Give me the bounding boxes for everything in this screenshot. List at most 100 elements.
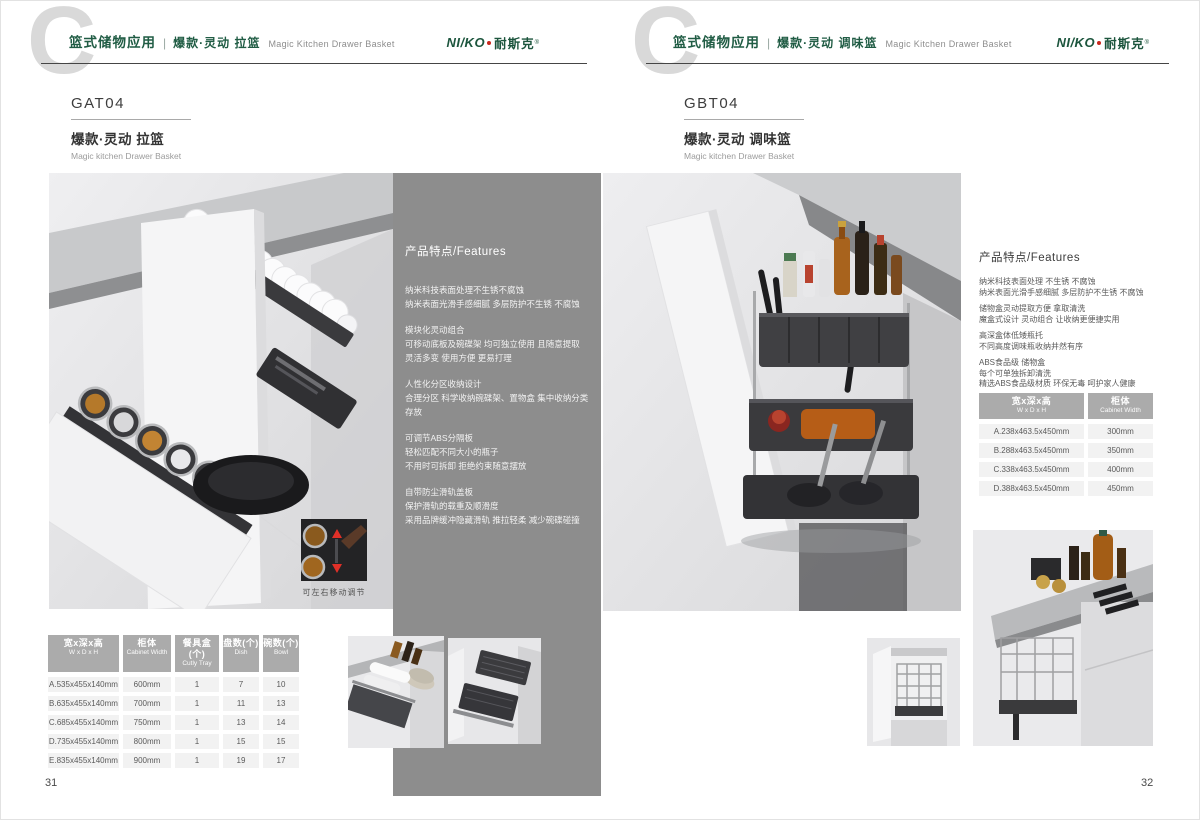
table-row: B.635x455x140mm700mm11113 bbox=[48, 696, 299, 711]
registered-mark: ® bbox=[1145, 40, 1149, 46]
table-cell: 1 bbox=[175, 753, 219, 768]
table-cell: 300mm bbox=[1088, 424, 1153, 439]
feature-line: 不同高度调味瓶收纳井然有序 bbox=[979, 342, 1179, 353]
logo-latin-text: NI/KO bbox=[1056, 35, 1095, 50]
page-number-left: 31 bbox=[45, 777, 57, 789]
table-cell: 600mm bbox=[123, 677, 171, 692]
series-title-en: Magic Kitchen Drawer Basket bbox=[268, 39, 394, 49]
adjustable-divider-illustration bbox=[301, 519, 367, 581]
table-row: A.535x455x140mm 600mm 17 10 bbox=[48, 677, 299, 692]
table-row: E.835x455x140mm900mm11917 bbox=[48, 753, 299, 768]
table-header-row: 宽x深x高W x D x H柜体Cabinet Width bbox=[979, 393, 1153, 419]
feature-line: 自带防尘滑轨盖板 bbox=[405, 485, 589, 499]
table-cell: C.685x455x140mm bbox=[48, 715, 119, 730]
features-block-right: 产品特点/Features 纳米科技表面处理 不生锈 不腐蚀纳米表面光滑手感细腻… bbox=[979, 249, 1179, 396]
table-header-cell: 碗数(个)Bowl bbox=[263, 635, 299, 672]
product-name-cn: 爆款·灵动 拉篮 bbox=[71, 128, 191, 148]
table-row: C.685x455x140mm750mm11314 bbox=[48, 715, 299, 730]
feature-line: 高深盒体低矮瓶托 bbox=[979, 331, 1179, 342]
table-cell: 7 bbox=[223, 677, 259, 692]
logo-dot-icon bbox=[1097, 41, 1101, 45]
nisko-logo: NI/KO 耐斯克 ® bbox=[1056, 33, 1149, 52]
table-cell: 10 bbox=[263, 677, 299, 692]
table-cell: 19 bbox=[223, 753, 259, 768]
logo-cn-text: 耐斯克 bbox=[1104, 33, 1145, 52]
header-separator: | bbox=[767, 36, 770, 50]
table-header-cell: 盘数(个)Dish bbox=[223, 635, 259, 672]
feature-group: 自带防尘滑轨盖板保护滑轨的载重及顺滑度采用品牌缓冲隐藏滑轨 推拉轻柔 减少碗碟碰… bbox=[405, 485, 589, 527]
table-cell: 800mm bbox=[123, 734, 171, 749]
feature-line: 灵活多变 使用方便 更易打理 bbox=[405, 351, 589, 365]
table-cell: A.238x463.5x450mm bbox=[979, 424, 1084, 439]
feature-group: 可调节ABS分隔板轻松匹配不同大小的瓶子不用时可拆卸 拒绝约束随意摆放 bbox=[405, 431, 589, 473]
table-cell: 450mm bbox=[1088, 481, 1153, 496]
table-cell: 15 bbox=[223, 734, 259, 749]
feature-line: 纳米表面光滑手感细腻 多层防护不生锈 不腐蚀 bbox=[405, 297, 589, 311]
table-cell: 14 bbox=[263, 715, 299, 730]
table-cell: 13 bbox=[263, 696, 299, 711]
product-title-block: GAT04 爆款·灵动 拉篮 Magic kitchen Drawer Bask… bbox=[71, 95, 191, 161]
drawer-open-illustration bbox=[348, 636, 444, 748]
table-row: D.735x455x140mm800mm11515 bbox=[48, 734, 299, 749]
table-cell: 750mm bbox=[123, 715, 171, 730]
category-title: 篮式储物应用 bbox=[69, 31, 156, 51]
spec-table-right: 宽x深x高W x D x H柜体Cabinet Width A.238x463.5… bbox=[979, 393, 1153, 500]
product-photo-main-right bbox=[603, 173, 961, 611]
logo-cn-text: 耐斯克 bbox=[494, 33, 535, 52]
features-title: 产品特点/Features bbox=[979, 249, 1179, 265]
product-name-en: Magic kitchen Drawer Basket bbox=[71, 151, 191, 161]
feature-group: 储物盒灵动提取方便 拿取清洗魔盒式设计 灵动组合 让收纳更便捷实用 bbox=[979, 304, 1179, 325]
table-cell: 1 bbox=[175, 677, 219, 692]
features-list: 纳米科技表面处理不生锈不腐蚀纳米表面光滑手感细腻 多层防护不生锈 不腐蚀模块化灵… bbox=[405, 283, 589, 527]
table-row: C.338x463.5x450mm400mm bbox=[979, 462, 1153, 477]
features-title: 产品特点/Features bbox=[405, 243, 589, 259]
table-header-cell: 柜体Cabinet Width bbox=[1088, 393, 1153, 419]
table-cell: A.535x455x140mm bbox=[48, 677, 119, 692]
table-header-cell: 餐具盒(个)Cutly Tray bbox=[175, 635, 219, 672]
product-code-rule bbox=[71, 119, 191, 120]
table-cell: 1 bbox=[175, 734, 219, 749]
page-number-right: 32 bbox=[1141, 777, 1153, 789]
page-header-right: 篮式储物应用 | 爆款·灵动 调味篮 Magic Kitchen Drawer … bbox=[646, 31, 1169, 65]
feature-line: 储物盒灵动提取方便 拿取清洗 bbox=[979, 304, 1179, 315]
features-block-left: 产品特点/Features 纳米科技表面处理不生锈不腐蚀纳米表面光滑手感细腻 多… bbox=[405, 243, 589, 539]
inset-caption: 可左右移动调节 bbox=[284, 587, 384, 598]
feature-line: 纳米表面光滑手感细腻 多层防护不生锈 不腐蚀 bbox=[979, 288, 1179, 299]
table-cell: 1 bbox=[175, 696, 219, 711]
feature-group: 人性化分区收纳设计合理分区 科学收纳碗碟架、置物盒 集中收纳分类存放 bbox=[405, 377, 589, 419]
spice-basket-illustration bbox=[603, 173, 961, 611]
table-cell: B.635x455x140mm bbox=[48, 696, 119, 711]
catalog-spread: C 篮式储物应用 | 爆款·灵动 拉篮 Magic Kitchen Drawer… bbox=[0, 0, 1200, 820]
spec-table-left: 宽x深x高W x D x H柜体Cabinet Width餐具盒(个)Cutly… bbox=[48, 635, 299, 772]
registered-mark: ® bbox=[535, 40, 539, 46]
table-row: A.238x463.5x450mm 300mm bbox=[979, 424, 1153, 439]
page-header-left: 篮式储物应用 | 爆款·灵动 拉篮 Magic Kitchen Drawer B… bbox=[41, 31, 587, 65]
table-header-row: 宽x深x高W x D x H柜体Cabinet Width餐具盒(个)Cutly… bbox=[48, 635, 299, 672]
product-code-rule bbox=[684, 119, 804, 120]
wire-basket-illustration bbox=[867, 638, 960, 746]
feature-line: 精选ABS食品级材质 环保无毒 呵护家人健康 bbox=[979, 379, 1179, 390]
logo-dot-icon bbox=[487, 41, 491, 45]
category-title: 篮式储物应用 bbox=[673, 31, 760, 51]
feature-line: 模块化灵动组合 bbox=[405, 323, 589, 337]
header-separator: | bbox=[163, 36, 166, 50]
product-code: GBT04 bbox=[684, 95, 804, 112]
feature-line: 合理分区 科学收纳碗碟架、置物盒 集中收纳分类存放 bbox=[405, 391, 589, 419]
table-cell: 11 bbox=[223, 696, 259, 711]
feature-line: 可调节ABS分隔板 bbox=[405, 431, 589, 445]
table-row: B.288x463.5x450mm350mm bbox=[979, 443, 1153, 458]
table-cell: 900mm bbox=[123, 753, 171, 768]
table-header-cell: 宽x深x高W x D x H bbox=[48, 635, 119, 672]
logo-latin-text: NI/KO bbox=[446, 35, 485, 50]
feature-group: 纳米科技表面处理不生锈不腐蚀纳米表面光滑手感细腻 多层防护不生锈 不腐蚀 bbox=[405, 283, 589, 311]
table-cell: E.835x455x140mm bbox=[48, 753, 119, 768]
product-photo-small-right bbox=[867, 638, 960, 746]
table-cell: 400mm bbox=[1088, 462, 1153, 477]
product-title-block: GBT04 爆款·灵动 调味篮 Magic kitchen Drawer Bas… bbox=[684, 95, 804, 161]
basket-tiers-illustration bbox=[448, 638, 541, 744]
table-cell: D.735x455x140mm bbox=[48, 734, 119, 749]
table-row: D.388x463.5x450mm450mm bbox=[979, 481, 1153, 496]
product-code: GAT04 bbox=[71, 95, 191, 112]
series-title: 爆款·灵动 拉篮 bbox=[173, 34, 260, 51]
nisko-logo: NI/KO 耐斯克 ® bbox=[446, 33, 539, 52]
